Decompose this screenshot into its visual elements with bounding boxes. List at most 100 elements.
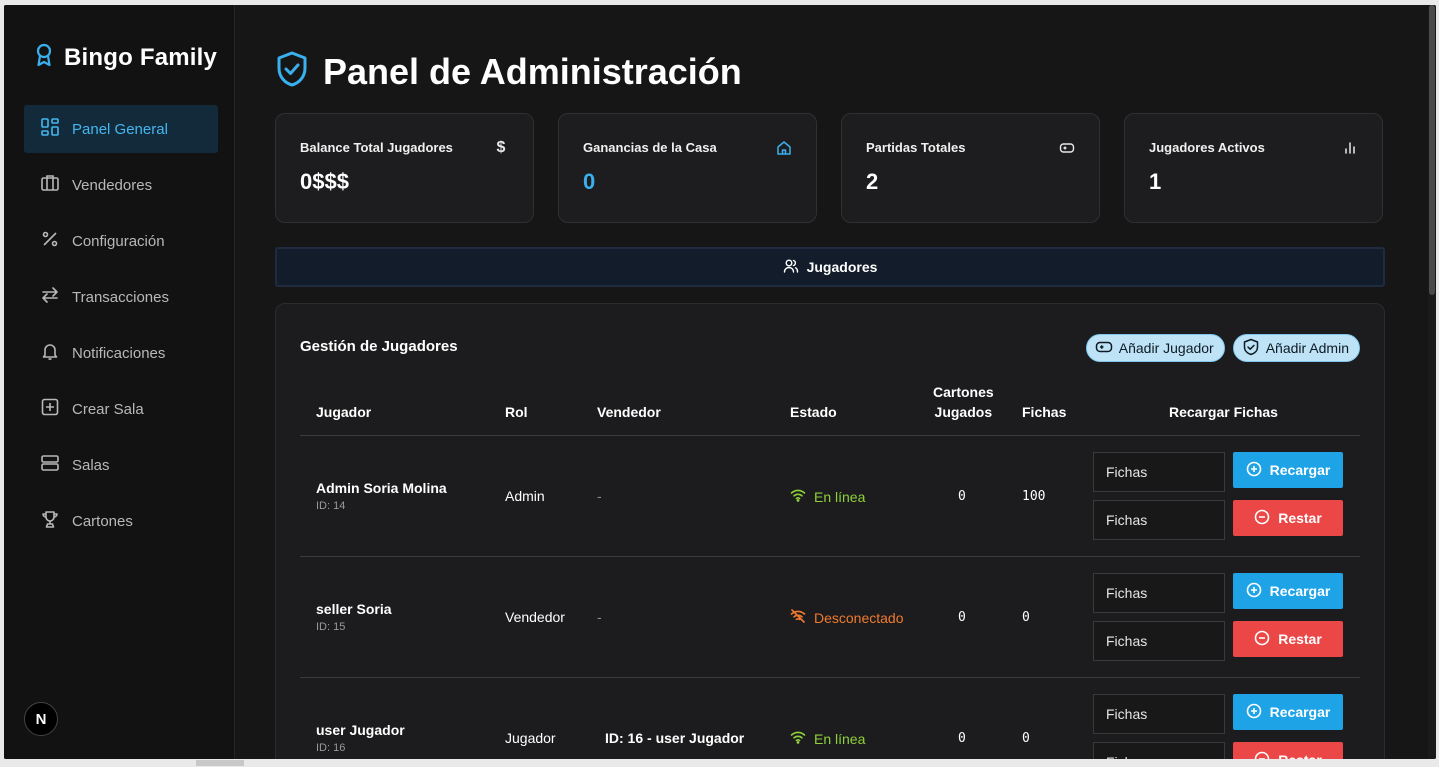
bell-icon	[40, 341, 60, 365]
seller-cell: -	[597, 609, 602, 625]
role-cell: Vendedor	[505, 609, 565, 625]
sidebar-item-cartones[interactable]: Cartones	[24, 497, 218, 545]
scrollbar-thumb[interactable]	[1429, 5, 1435, 295]
sidebar-item-transacciones[interactable]: Transacciones	[24, 273, 218, 321]
status-badge: En línea	[790, 488, 865, 505]
sidebar-item-label: Transacciones	[72, 288, 169, 306]
stat-value: 2	[866, 169, 879, 194]
sidebar-item-salas[interactable]: Salas	[24, 441, 218, 489]
chips-cell: 0	[1022, 731, 1030, 746]
panel-actions: Añadir Jugador Añadir Admin	[1085, 334, 1360, 362]
player-cell: user Jugador ID: 16	[316, 722, 405, 754]
stat-value: 0$$$	[300, 169, 349, 194]
sidebar-item-notificaciones[interactable]: Notificaciones	[24, 329, 218, 377]
column-header-reload: Recargar Fichas	[1169, 404, 1278, 420]
subtract-amount-input[interactable]: Fichas	[1093, 500, 1225, 540]
subtract-amount-input[interactable]: Fichas	[1093, 621, 1225, 661]
column-header-cards-line1: Cartones	[933, 384, 994, 400]
stat-label: Balance Total Jugadores	[300, 140, 453, 155]
plus-square-icon	[40, 397, 60, 421]
status-label: En línea	[814, 730, 866, 747]
arrows-swap-icon	[40, 285, 60, 309]
column-header-cards-played: Cartones Jugados	[933, 382, 994, 422]
stat-card-total-games: Partidas Totales 2	[841, 113, 1100, 223]
page-title: Panel de Administración	[275, 50, 742, 93]
stats-cards: Balance Total Jugadores 0$$$ $ Ganancias…	[275, 113, 1385, 223]
subtract-label: Restar	[1278, 631, 1322, 647]
horizontal-scrollbar-thumb[interactable]	[196, 760, 244, 766]
recharge-amount-input[interactable]: Fichas	[1093, 452, 1225, 492]
seller-cell: ID: 16 - user Jugador	[605, 730, 745, 746]
sidebar-item-vendedores[interactable]: Vendedores	[24, 161, 218, 209]
add-admin-label: Añadir Admin	[1265, 340, 1349, 356]
sidebar-item-panel-general[interactable]: Panel General	[24, 105, 218, 153]
stat-card-balance: Balance Total Jugadores 0$$$ $	[275, 113, 534, 223]
status-badge: En línea	[790, 730, 865, 747]
minus-circle-icon	[1254, 509, 1270, 528]
subtract-button[interactable]: Restar	[1233, 500, 1343, 536]
wifi-icon	[790, 488, 806, 505]
panel-title: Gestión de Jugadores	[300, 338, 458, 355]
player-id: ID: 15	[316, 621, 346, 633]
recharge-button[interactable]: Recargar	[1233, 452, 1343, 488]
player-id: ID: 14	[316, 500, 346, 512]
dashboard-icon	[40, 117, 60, 141]
table-row: Admin Soria Molina ID: 14 Admin - En lín…	[300, 436, 1360, 557]
percent-icon	[40, 229, 60, 253]
tab-label: Jugadores	[806, 259, 878, 275]
sidebar-item-label: Notificaciones	[72, 344, 166, 362]
gamepad-icon	[1059, 140, 1075, 156]
chips-cell: 100	[1022, 489, 1046, 504]
stat-card-active-players: Jugadores Activos 1	[1124, 113, 1383, 223]
column-header-player: Jugador	[316, 404, 372, 420]
tab-jugadores[interactable]: Jugadores	[275, 247, 1385, 287]
dev-tools-badge[interactable]: N	[24, 702, 58, 736]
shield-check-icon	[275, 50, 309, 93]
wifi-off-icon	[790, 609, 806, 626]
cards-played-cell: 0	[958, 489, 966, 504]
briefcase-icon	[40, 173, 60, 197]
plus-circle-icon	[1246, 461, 1262, 480]
gamepad-icon	[1095, 338, 1113, 359]
plus-circle-icon	[1246, 703, 1262, 722]
cards-played-cell: 0	[958, 610, 966, 625]
status-label: En línea	[814, 488, 866, 505]
recharge-amount-input[interactable]: Fichas	[1093, 694, 1225, 734]
recharge-button[interactable]: Recargar	[1233, 573, 1343, 609]
subtract-button[interactable]: Restar	[1233, 742, 1343, 759]
table-header: Jugador Rol Vendedor Estado Cartones Jug…	[300, 384, 1360, 436]
subtract-amount-input[interactable]: Fichas	[1093, 742, 1225, 759]
subtract-label: Restar	[1278, 752, 1322, 759]
minus-circle-icon	[1254, 751, 1270, 759]
player-name: Admin Soria Molina	[316, 480, 447, 496]
recharge-label: Recargar	[1269, 462, 1331, 478]
brand[interactable]: Bingo Family	[34, 43, 217, 72]
player-name: user Jugador	[316, 722, 405, 738]
add-admin-button[interactable]: Añadir Admin	[1232, 334, 1360, 362]
status-label: Desconectado	[814, 609, 904, 626]
subtract-button[interactable]: Restar	[1233, 621, 1343, 657]
sidebar-item-crear-sala[interactable]: Crear Sala	[24, 385, 218, 433]
add-player-label: Añadir Jugador	[1118, 340, 1214, 356]
trophy-icon	[40, 509, 60, 533]
sidebar-item-label: Panel General	[72, 120, 168, 138]
add-player-button[interactable]: Añadir Jugador	[1085, 334, 1225, 362]
sidebar-item-configuracion[interactable]: Configuración	[24, 217, 218, 265]
stat-label: Partidas Totales	[866, 140, 966, 155]
column-header-status: Estado	[790, 404, 837, 420]
sidebar-item-label: Configuración	[72, 232, 165, 250]
subtract-label: Restar	[1278, 510, 1322, 526]
players-panel: Gestión de Jugadores Añadir Jugador Añad…	[275, 303, 1385, 759]
column-header-chips: Fichas	[1022, 404, 1067, 420]
stat-card-house-earnings: Ganancias de la Casa 0	[558, 113, 817, 223]
page-title-text: Panel de Administración	[323, 50, 742, 92]
player-id: ID: 16	[316, 742, 346, 754]
stat-value: 1	[1149, 169, 1162, 194]
stat-value: 0	[583, 169, 596, 194]
brand-name: Bingo Family	[64, 43, 218, 71]
vertical-scrollbar[interactable]	[1428, 5, 1436, 759]
recharge-button[interactable]: Recargar	[1233, 694, 1343, 730]
recharge-amount-input[interactable]: Fichas	[1093, 573, 1225, 613]
chips-cell: 0	[1022, 610, 1030, 625]
home-icon	[776, 140, 792, 156]
